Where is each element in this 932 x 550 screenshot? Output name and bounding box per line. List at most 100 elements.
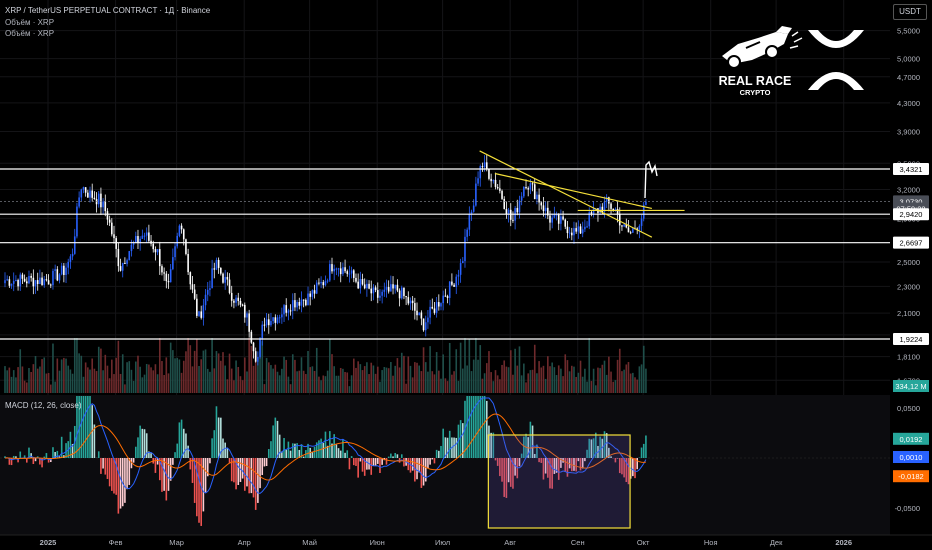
candle bbox=[390, 284, 392, 292]
volume-bar bbox=[220, 360, 222, 393]
volume-bar bbox=[200, 359, 202, 393]
candle bbox=[145, 232, 148, 236]
volume-bar bbox=[47, 372, 50, 393]
price-tick: 4,3000 bbox=[897, 99, 920, 108]
volume-bar bbox=[17, 367, 19, 393]
macd-histogram-bar bbox=[257, 458, 259, 503]
macd-histogram-bar bbox=[226, 448, 229, 458]
volume-bar bbox=[383, 367, 386, 393]
volume-bar bbox=[169, 342, 172, 393]
candle bbox=[529, 183, 532, 190]
price-label: 1,9224 bbox=[893, 333, 929, 345]
volume-bar bbox=[496, 375, 499, 393]
volume-bar bbox=[26, 382, 28, 393]
volume-bar bbox=[516, 365, 519, 393]
candle bbox=[453, 284, 455, 287]
candle bbox=[396, 284, 399, 291]
macd-histogram-bar bbox=[119, 458, 122, 509]
candle bbox=[226, 276, 229, 280]
macd-histogram-bar bbox=[196, 458, 198, 517]
volume-bar bbox=[525, 382, 527, 393]
volume-bar bbox=[466, 365, 468, 393]
price-tick: 5,0000 bbox=[897, 55, 920, 64]
volume-bar bbox=[257, 361, 259, 393]
volume-bar bbox=[542, 365, 545, 393]
volume-bar bbox=[400, 352, 403, 393]
price-axis[interactable]: 5,50005,00004,70004,30003,90003,50003,20… bbox=[890, 0, 932, 535]
volume-bar bbox=[300, 357, 303, 393]
volume-bar bbox=[63, 357, 65, 393]
volume-bar bbox=[422, 347, 425, 393]
time-axis-bg bbox=[0, 535, 932, 550]
candle bbox=[512, 219, 514, 221]
volume-bar bbox=[431, 371, 434, 393]
volume-bar bbox=[28, 368, 30, 393]
volume-bar bbox=[298, 370, 301, 393]
volume-bar bbox=[211, 338, 213, 393]
chart-canvas[interactable]: 5,50005,00004,70004,30003,90003,50003,20… bbox=[0, 0, 932, 550]
volume-bar bbox=[592, 368, 595, 393]
volume-bar bbox=[58, 370, 61, 393]
volume-bar bbox=[215, 351, 218, 393]
candle bbox=[309, 293, 311, 297]
volume-bar bbox=[374, 373, 377, 393]
time-tick: 2026 bbox=[835, 538, 852, 547]
volume-bar bbox=[132, 380, 135, 393]
candle bbox=[91, 190, 93, 198]
candle bbox=[584, 226, 586, 230]
candle bbox=[254, 351, 257, 362]
macd-histogram-bar bbox=[209, 458, 211, 464]
volume-bar bbox=[472, 359, 475, 393]
price-tick: 3,9000 bbox=[897, 128, 920, 137]
macd-histogram-bar bbox=[259, 458, 261, 489]
volume-bar bbox=[605, 374, 608, 393]
macd-histogram-bar bbox=[213, 430, 216, 458]
volume-bar bbox=[6, 370, 8, 393]
candle bbox=[403, 287, 405, 297]
volume-bar bbox=[228, 353, 231, 393]
volume-bar bbox=[82, 376, 85, 393]
candle bbox=[370, 288, 373, 294]
volume-bar bbox=[324, 376, 327, 393]
macd-histogram-bar bbox=[453, 437, 455, 458]
macd-histogram-bar bbox=[12, 455, 15, 458]
macd-histogram-bar bbox=[87, 396, 89, 458]
macd-histogram-bar bbox=[222, 438, 224, 458]
volume-bar bbox=[339, 367, 342, 393]
volume-bar bbox=[117, 340, 120, 393]
time-axis[interactable]: 2025 Фев Мар Апр Май Июн Июл Авг Сен Окт Ноя Дек 202… bbox=[0, 534, 932, 550]
candle bbox=[527, 188, 529, 190]
volume-bar bbox=[80, 355, 83, 393]
macd-histogram-bar bbox=[414, 458, 416, 482]
volume-bar bbox=[398, 367, 401, 393]
volume-bar bbox=[270, 365, 272, 393]
candle bbox=[73, 236, 76, 254]
macd-histogram-bar bbox=[645, 435, 647, 458]
volume-bar bbox=[359, 364, 362, 393]
candle bbox=[285, 305, 288, 313]
volume-bar bbox=[318, 376, 320, 393]
price-tick: 2,3000 bbox=[897, 282, 920, 291]
macd-histogram-bar bbox=[113, 458, 115, 494]
volume-bar bbox=[163, 375, 165, 393]
macd-histogram-bar bbox=[150, 453, 152, 458]
price-label-text: 3,4321 bbox=[900, 165, 923, 174]
volume-bar bbox=[95, 371, 98, 393]
candle bbox=[455, 276, 458, 287]
macd-histogram-bar bbox=[359, 458, 362, 462]
candle bbox=[538, 194, 540, 203]
candle bbox=[23, 278, 26, 282]
volume-bar bbox=[640, 364, 643, 393]
candle bbox=[346, 271, 349, 274]
volume-bar bbox=[420, 371, 423, 393]
volume-bar bbox=[514, 348, 516, 393]
volume-bar bbox=[451, 374, 453, 393]
candle bbox=[394, 284, 397, 289]
candle bbox=[324, 280, 327, 286]
candle bbox=[204, 294, 207, 306]
candle bbox=[276, 317, 279, 323]
currency-badge[interactable]: USDT bbox=[893, 4, 927, 20]
candle bbox=[8, 279, 11, 286]
candle bbox=[376, 290, 379, 298]
macd-histogram-bar bbox=[211, 438, 213, 458]
